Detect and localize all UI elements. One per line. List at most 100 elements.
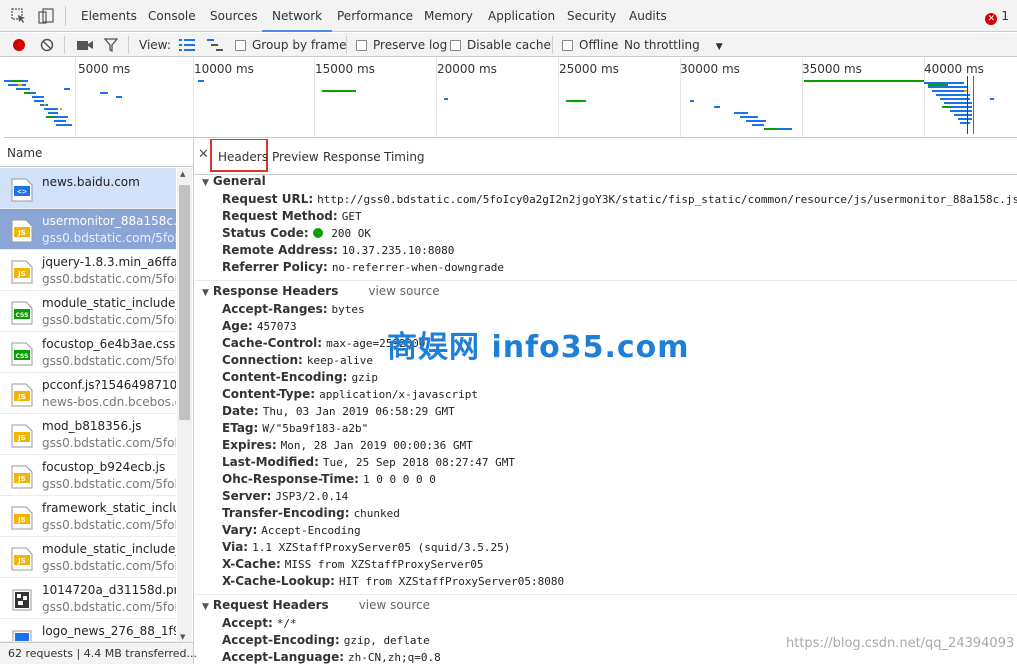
css-file-icon: CSS — [11, 342, 33, 366]
image-thumbnail-icon — [12, 589, 32, 611]
tab-audits[interactable]: Audits — [619, 0, 677, 32]
request-row[interactable]: JS framework_static_include_ gss0.bdstat… — [0, 496, 176, 537]
tab-response[interactable]: Response — [323, 150, 381, 164]
tab-headers[interactable]: Headers — [218, 150, 268, 164]
header-key: Transfer-Encoding: — [222, 506, 350, 520]
tab-security[interactable]: Security — [557, 0, 626, 32]
general-section-header[interactable]: ▼ General — [202, 174, 266, 188]
record-icon[interactable] — [12, 38, 26, 52]
tab-elements[interactable]: Elements — [71, 0, 147, 32]
request-row[interactable]: <> news.baidu.com — [0, 168, 176, 209]
checkbox-box[interactable] — [562, 40, 573, 51]
header-row: Status Code: 200 OK — [222, 226, 371, 240]
tab-console[interactable]: Console — [138, 0, 206, 32]
checkbox-box[interactable] — [356, 40, 367, 51]
header-value: keep-alive — [306, 354, 374, 367]
request-row[interactable]: JS module_static_include_de gss0.bdstati… — [0, 537, 176, 578]
header-value: 457073 — [256, 320, 297, 333]
request-name: logo_news_276_88_1f987 — [42, 624, 176, 638]
tab-application[interactable]: Application — [478, 0, 565, 32]
tab-preview[interactable]: Preview — [272, 150, 319, 164]
overview-tick-label: 20000 ms — [437, 62, 497, 76]
error-counter[interactable]: ✕ 1 — [985, 9, 1009, 25]
screenshot-camera-icon[interactable] — [77, 39, 93, 51]
request-row[interactable]: 1014720a_d31158d.png gss0.bdstatic.com/5… — [0, 578, 176, 619]
checkbox-box[interactable] — [235, 40, 246, 51]
request-row[interactable]: JS usermonitor_88a158c.js?v gss0.bdstati… — [0, 209, 176, 250]
header-row: Remote Address: 10.37.235.10:8080 — [222, 243, 454, 257]
request-domain: gss0.bdstatic.com/5foIcyC — [42, 600, 176, 614]
request-row[interactable]: JS jquery-1.8.3.min_a6ffa58.j gss0.bdsta… — [0, 250, 176, 291]
request-row[interactable]: JS pcconf.js?1546498710216 news-bos.cdn.… — [0, 373, 176, 414]
preserve-log-checkbox[interactable]: Preserve log — [356, 33, 447, 57]
header-key: Via: — [222, 540, 249, 554]
tab-memory[interactable]: Memory — [414, 0, 483, 32]
request-row[interactable]: CSS focustop_6e4b3ae.css gss0.bdstatic.c… — [0, 332, 176, 373]
clear-icon[interactable] — [40, 38, 54, 52]
close-details-icon[interactable]: ✕ — [198, 147, 209, 162]
offline-label: Offline — [579, 38, 619, 52]
request-row[interactable]: JS focustop_b924ecb.js gss0.bdstatic.com… — [0, 455, 176, 496]
offline-checkbox[interactable]: Offline — [562, 33, 618, 57]
checkbox-box[interactable] — [450, 40, 461, 51]
request-domain: gss0.bdstatic.com/5foIcyC — [42, 231, 176, 245]
group-by-frame-checkbox[interactable]: Group by frame — [235, 33, 346, 57]
svg-text:JS: JS — [17, 475, 26, 483]
network-overview-timeline[interactable]: 5000 ms 10000 ms 15000 ms 20000 ms 25000… — [4, 58, 1017, 138]
scroll-down-arrow-icon[interactable]: ▼ — [180, 633, 185, 641]
request-headers-section-header[interactable]: ▼ Request Headers view source — [202, 598, 430, 612]
js-file-icon: JS — [11, 219, 33, 243]
js-file-icon: JS — [11, 383, 33, 407]
device-toolbar-icon[interactable] — [38, 8, 54, 24]
svg-text:<>: <> — [17, 187, 27, 196]
overview-tick-label: 35000 ms — [802, 62, 862, 76]
request-list-scroll-thumb[interactable] — [179, 185, 190, 420]
header-key: Content-Type: — [222, 387, 316, 401]
toolbar-divider — [128, 36, 129, 54]
overview-tick-label: 40000 ms — [924, 62, 984, 76]
request-row[interactable]: logo_news_276_88_1f987 — [0, 619, 176, 642]
view-label: View: — [139, 38, 171, 52]
devtools-tab-bar: Elements Console Sources Network Perform… — [0, 0, 1017, 32]
request-domain: gss0.bdstatic.com/5foIcyC — [42, 477, 176, 491]
view-source-link[interactable]: view source — [368, 284, 439, 298]
request-row[interactable]: JS mod_b818356.js gss0.bdstatic.com/5foI… — [0, 414, 176, 455]
js-file-icon: JS — [11, 547, 33, 571]
header-row: Request URL: http://gss0.bdstatic.com/5fo… — [222, 192, 1017, 206]
js-file-icon: JS — [11, 506, 33, 530]
response-headers-section-header[interactable]: ▼ Response Headers view source — [202, 284, 440, 298]
header-row: Ohc-Response-Time: 1 0 0 0 0 0 — [222, 472, 436, 486]
request-name: usermonitor_88a158c.js?v — [42, 214, 176, 228]
header-row: Content-Encoding: gzip — [222, 370, 378, 384]
request-domain: gss0.bdstatic.com/5foIcyC — [42, 559, 176, 573]
scroll-up-arrow-icon[interactable]: ▲ — [180, 170, 185, 178]
request-details-panel: ✕ Headers Preview Response Timing ▼ Gener… — [195, 139, 1017, 664]
tab-network[interactable]: Network — [262, 0, 333, 32]
filter-icon[interactable] — [104, 38, 118, 52]
tab-performance[interactable]: Performance — [327, 0, 423, 32]
svg-text:JS: JS — [17, 270, 26, 278]
header-row: Content-Type: application/x-javascript — [222, 387, 478, 401]
header-value: bytes — [331, 303, 365, 316]
inspect-element-icon[interactable] — [11, 8, 27, 24]
header-value: Accept-Encoding — [261, 524, 361, 537]
waterfall-overview-icon[interactable] — [207, 39, 223, 51]
header-value: JSP3/2.0.14 — [275, 490, 349, 503]
overview-tick-label: 25000 ms — [559, 62, 619, 76]
tab-sources[interactable]: Sources — [200, 0, 267, 32]
header-key: Accept: — [222, 616, 273, 630]
header-row: Vary: Accept-Encoding — [222, 523, 361, 537]
name-column-header[interactable]: Name — [0, 139, 193, 167]
throttling-select[interactable]: No throttling ▼ — [624, 33, 723, 57]
header-row: Date: Thu, 03 Jan 2019 06:58:29 GMT — [222, 404, 455, 418]
header-key: Server: — [222, 489, 272, 503]
view-source-link[interactable]: view source — [359, 598, 430, 612]
disable-cache-checkbox[interactable]: Disable cache — [450, 33, 551, 57]
group-by-frame-label: Group by frame — [252, 38, 347, 52]
request-name: mod_b818356.js — [42, 419, 142, 433]
large-rows-icon[interactable] — [179, 39, 195, 51]
section-divider — [195, 280, 1017, 281]
header-key: Cache-Control: — [222, 336, 323, 350]
tab-timing[interactable]: Timing — [384, 150, 425, 164]
request-row[interactable]: CSS module_static_include_fea gss0.bdsta… — [0, 291, 176, 332]
